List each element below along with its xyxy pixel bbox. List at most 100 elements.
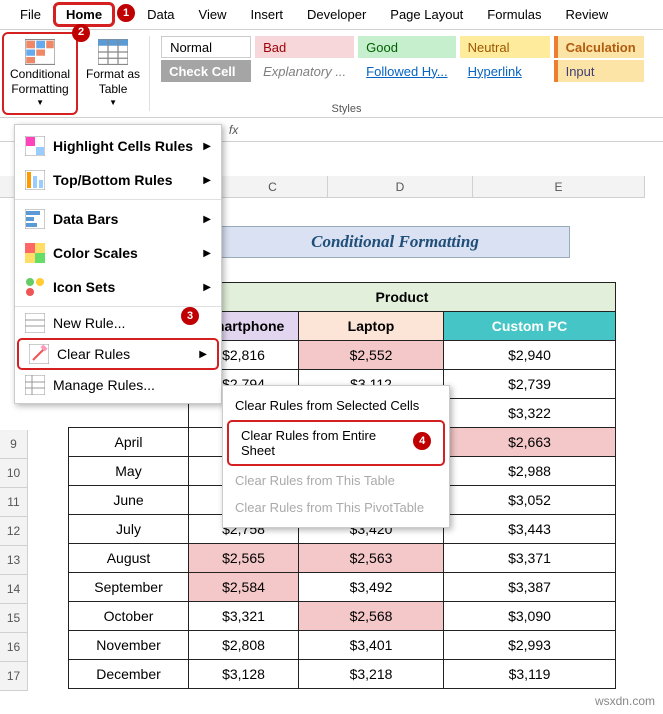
manage-rules-icon — [25, 375, 45, 395]
cell-pc[interactable]: $3,387 — [444, 573, 616, 602]
cell-pc[interactable]: $2,993 — [444, 631, 616, 660]
divider — [149, 36, 150, 111]
cell-smartphone[interactable]: $3,128 — [189, 660, 299, 689]
cell-laptop[interactable]: $3,401 — [299, 631, 444, 660]
tab-formulas[interactable]: Formulas — [475, 3, 553, 26]
conditional-formatting-menu: Highlight Cells Rules ▶ Top/Bottom Rules… — [14, 124, 222, 404]
watermark: wsxdn.com — [595, 694, 655, 708]
tab-home[interactable]: Home — [53, 2, 115, 27]
style-neutral[interactable]: Neutral — [460, 36, 550, 58]
tab-view[interactable]: View — [187, 3, 239, 26]
submenu-clear-selected[interactable]: Clear Rules from Selected Cells — [223, 392, 449, 419]
cell-smartphone[interactable]: $2,584 — [189, 573, 299, 602]
fx-icon[interactable]: fx — [229, 123, 238, 137]
menu-data-bars[interactable]: Data Bars ▶ — [15, 202, 221, 236]
cell-laptop[interactable]: $3,492 — [299, 573, 444, 602]
menu-label: Clear Rules — [57, 346, 130, 362]
row-header[interactable]: 16 — [0, 633, 28, 662]
table-row: November$2,808$3,401$2,993 — [69, 631, 616, 660]
cell-laptop[interactable]: $2,568 — [299, 602, 444, 631]
cell-pc[interactable]: $3,119 — [444, 660, 616, 689]
menu-top-bottom-rules[interactable]: Top/Bottom Rules ▶ — [15, 163, 221, 197]
cell-pc[interactable]: $3,371 — [444, 544, 616, 573]
row-header[interactable]: 15 — [0, 604, 28, 633]
tab-page-layout[interactable]: Page Layout — [378, 3, 475, 26]
menu-label: Manage Rules... — [53, 377, 155, 393]
cell-pc[interactable]: $2,940 — [444, 341, 616, 370]
col-header-d[interactable]: D — [328, 176, 473, 198]
menu-clear-rules[interactable]: Clear Rules ▶ — [17, 338, 219, 370]
tab-file[interactable]: File — [8, 3, 53, 26]
style-explanatory[interactable]: Explanatory ... — [255, 60, 354, 82]
style-bad[interactable]: Bad — [255, 36, 354, 58]
style-followed-hyperlink[interactable]: Followed Hy... — [358, 60, 455, 82]
cell-month[interactable]: September — [69, 573, 189, 602]
menu-label: Data Bars — [53, 211, 118, 227]
row-header[interactable]: 11 — [0, 488, 28, 517]
cell-styles-gallery: Normal Bad Good Neutral Calculation Chec… — [153, 30, 648, 117]
row-header[interactable]: 12 — [0, 517, 28, 546]
tab-insert[interactable]: Insert — [239, 3, 296, 26]
tab-data[interactable]: Data — [135, 3, 186, 26]
cell-month[interactable]: August — [69, 544, 189, 573]
cell-month[interactable]: April — [69, 428, 189, 457]
conditional-formatting-label: Conditional Formatting — [10, 67, 70, 96]
chevron-right-icon: ▶ — [203, 141, 211, 152]
style-good[interactable]: Good — [358, 36, 455, 58]
cell-month[interactable]: June — [69, 486, 189, 515]
cell-month[interactable]: December — [69, 660, 189, 689]
badge-4: 4 — [413, 432, 431, 450]
top-bottom-icon — [25, 170, 45, 190]
cell-laptop[interactable]: $2,552 — [299, 341, 444, 370]
col-header-c[interactable]: C — [218, 176, 328, 198]
menu-label: New Rule... — [53, 315, 125, 331]
tab-review[interactable]: Review — [553, 3, 620, 26]
cell-month[interactable]: October — [69, 602, 189, 631]
cell-smartphone[interactable]: $2,565 — [189, 544, 299, 573]
cell-pc[interactable]: $3,443 — [444, 515, 616, 544]
style-normal[interactable]: Normal — [161, 36, 251, 58]
menu-new-rule[interactable]: New Rule... 3 — [15, 309, 221, 337]
menu-label: Icon Sets — [53, 279, 115, 295]
format-as-table-icon — [98, 39, 128, 65]
style-hyperlink[interactable]: Hyperlink — [460, 60, 550, 82]
submenu-clear-table: Clear Rules from This Table — [223, 467, 449, 494]
style-check-cell[interactable]: Check Cell — [161, 60, 251, 82]
cell-pc[interactable]: $3,052 — [444, 486, 616, 515]
cell-smartphone[interactable]: $2,808 — [189, 631, 299, 660]
cell-month[interactable]: November — [69, 631, 189, 660]
cell-laptop[interactable]: $3,218 — [299, 660, 444, 689]
menu-color-scales[interactable]: Color Scales ▶ — [15, 236, 221, 270]
col-header-e[interactable]: E — [473, 176, 645, 198]
tab-developer[interactable]: Developer — [295, 3, 378, 26]
row-header[interactable]: 10 — [0, 459, 28, 488]
menu-label: Top/Bottom Rules — [53, 172, 173, 188]
color-scales-icon — [25, 243, 45, 263]
styles-group-label: Styles — [332, 103, 362, 115]
style-input[interactable]: Input — [554, 60, 644, 82]
cell-pc[interactable]: $2,663 — [444, 428, 616, 457]
style-calculation[interactable]: Calculation — [554, 36, 644, 58]
menu-highlight-cells-rules[interactable]: Highlight Cells Rules ▶ — [15, 129, 221, 163]
submenu-clear-entire-sheet[interactable]: Clear Rules from Entire Sheet 4 — [227, 420, 445, 466]
format-as-table-button[interactable]: Format as Table ▼ — [80, 30, 146, 117]
cell-pc[interactable]: $3,090 — [444, 602, 616, 631]
format-as-table-label: Format as Table — [86, 67, 140, 96]
row-header[interactable]: 9 — [0, 430, 28, 459]
cell-laptop[interactable]: $2,563 — [299, 544, 444, 573]
cell-pc[interactable]: $2,739 — [444, 370, 616, 399]
row-header[interactable]: 17 — [0, 662, 28, 691]
menu-manage-rules[interactable]: Manage Rules... — [15, 371, 221, 399]
sheet-title: Conditional Formatting — [220, 226, 570, 258]
chevron-right-icon: ▶ — [203, 175, 211, 186]
cell-pc[interactable]: $2,988 — [444, 457, 616, 486]
row-header[interactable]: 13 — [0, 546, 28, 575]
new-rule-icon — [25, 313, 45, 333]
cell-smartphone[interactable]: $3,321 — [189, 602, 299, 631]
cell-month[interactable]: July — [69, 515, 189, 544]
cell-month[interactable]: May — [69, 457, 189, 486]
row-header[interactable]: 14 — [0, 575, 28, 604]
cell-pc[interactable]: $3,322 — [444, 399, 616, 428]
conditional-formatting-button[interactable]: 2 Conditional Formatting ▼ — [2, 32, 78, 115]
menu-icon-sets[interactable]: Icon Sets ▶ — [15, 270, 221, 304]
